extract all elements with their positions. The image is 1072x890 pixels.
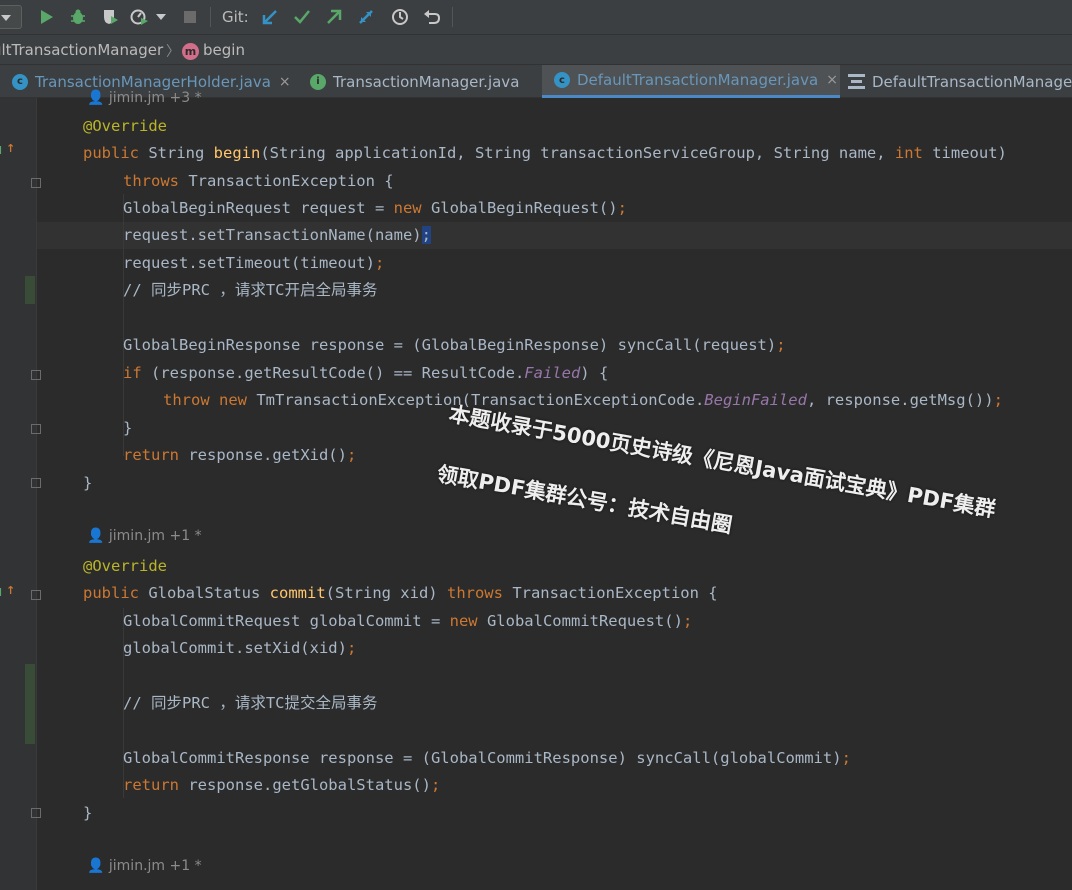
close-icon[interactable]: × bbox=[279, 74, 291, 90]
history-icon[interactable] bbox=[390, 7, 410, 27]
git-commit-icon[interactable] bbox=[292, 7, 312, 27]
code-line: request.setTimeout(timeout); bbox=[123, 254, 385, 272]
code-line: } bbox=[83, 474, 93, 492]
method-icon: m bbox=[182, 43, 199, 60]
structure-icon bbox=[848, 74, 865, 89]
code-line: public String begin(String applicationId… bbox=[83, 144, 1007, 162]
class-icon: c bbox=[554, 72, 570, 88]
git-push-icon[interactable] bbox=[324, 7, 344, 27]
code-line: @Override bbox=[83, 557, 167, 575]
tab-label: DefaultTransactionManager bbox=[872, 72, 1072, 91]
rollback-icon[interactable] bbox=[422, 7, 442, 27]
editor-gutter: I ↑ I ↑ bbox=[0, 98, 41, 890]
code-line: } bbox=[123, 419, 133, 437]
code-line: return response.getXid(); bbox=[123, 446, 357, 464]
debug-icon[interactable] bbox=[68, 7, 88, 27]
profile-icon[interactable] bbox=[130, 7, 150, 27]
run-icon[interactable] bbox=[36, 7, 56, 27]
tab-label: TransactionManager.java bbox=[333, 72, 520, 91]
code-line: GlobalBeginRequest request = new GlobalB… bbox=[123, 199, 627, 217]
code-line: throws TransactionException { bbox=[123, 172, 394, 190]
code-line: throw new TmTransactionException(Transac… bbox=[163, 391, 1003, 409]
interface-icon: i bbox=[310, 73, 326, 90]
git-update-icon[interactable] bbox=[260, 7, 280, 27]
tab-label: TransactionManagerHolder.java bbox=[35, 72, 271, 91]
user-icon: 👤 bbox=[87, 90, 105, 106]
arrow-up-icon[interactable]: ↑ bbox=[6, 142, 15, 155]
author-hint[interactable]: 👤 jimin.jm +1 * bbox=[87, 528, 202, 544]
code-comment: // 同步PRC ，请求TC提交全局事务 bbox=[123, 694, 378, 712]
chevron-right-icon: 〉 bbox=[166, 44, 180, 60]
coverage-icon[interactable] bbox=[100, 7, 120, 27]
git-merge-icon[interactable] bbox=[356, 7, 376, 27]
code-line: public GlobalStatus commit(String xid) t… bbox=[83, 584, 718, 602]
author-hint[interactable]: 👤 jimin.jm +1 * bbox=[87, 858, 202, 874]
code-line: GlobalCommitRequest globalCommit = new G… bbox=[123, 612, 693, 630]
class-icon: c bbox=[12, 73, 28, 90]
main-toolbar: Git: bbox=[0, 0, 1072, 34]
code-line: request.setTransactionName(name); bbox=[123, 226, 431, 244]
code-line: if (response.getResultCode() == ResultCo… bbox=[123, 364, 609, 382]
run-config-dropdown[interactable] bbox=[0, 5, 22, 29]
tab-label: DefaultTransactionManager.java bbox=[577, 71, 819, 89]
code-line: @Override bbox=[83, 117, 167, 135]
code-line: GlobalCommitResponse response = (GlobalC… bbox=[123, 749, 851, 767]
breadcrumb-method[interactable]: begin bbox=[203, 41, 245, 59]
vcs-change-marker[interactable] bbox=[25, 276, 35, 304]
breadcrumb-class[interactable]: ultTransactionManager bbox=[0, 41, 163, 59]
more-dropdown-icon[interactable] bbox=[154, 7, 168, 27]
tab-default-transaction-manager-structure[interactable]: DefaultTransactionManager bbox=[848, 65, 1072, 98]
code-line: globalCommit.setXid(xid); bbox=[123, 639, 357, 657]
code-comment: // 同步PRC ，请求TC开启全局事务 bbox=[123, 281, 378, 299]
code-line: return response.getGlobalStatus(); bbox=[123, 776, 441, 794]
close-icon[interactable]: × bbox=[826, 72, 838, 88]
toolbar-divider bbox=[452, 7, 453, 27]
code-line: GlobalBeginResponse response = (GlobalBe… bbox=[123, 336, 786, 354]
implements-icon[interactable]: I bbox=[0, 586, 2, 599]
implements-icon[interactable]: I bbox=[0, 144, 2, 157]
arrow-up-icon[interactable]: ↑ bbox=[6, 584, 15, 597]
git-label: Git: bbox=[222, 8, 249, 26]
author-hint[interactable]: 👤 jimin.jm +3 * bbox=[87, 90, 202, 106]
code-line: } bbox=[83, 804, 93, 822]
user-icon: 👤 bbox=[87, 858, 105, 874]
vcs-change-marker[interactable] bbox=[25, 664, 35, 744]
tab-default-transaction-manager[interactable]: c DefaultTransactionManager.java × bbox=[542, 65, 840, 98]
user-icon: 👤 bbox=[87, 528, 105, 544]
tab-transaction-manager[interactable]: i TransactionManager.java bbox=[310, 65, 540, 98]
chevron-down-icon bbox=[1, 15, 11, 21]
toolbar-divider bbox=[210, 7, 211, 27]
stop-icon[interactable] bbox=[180, 7, 200, 27]
breadcrumb: ultTransactionManager 〉 m begin bbox=[0, 34, 1072, 64]
